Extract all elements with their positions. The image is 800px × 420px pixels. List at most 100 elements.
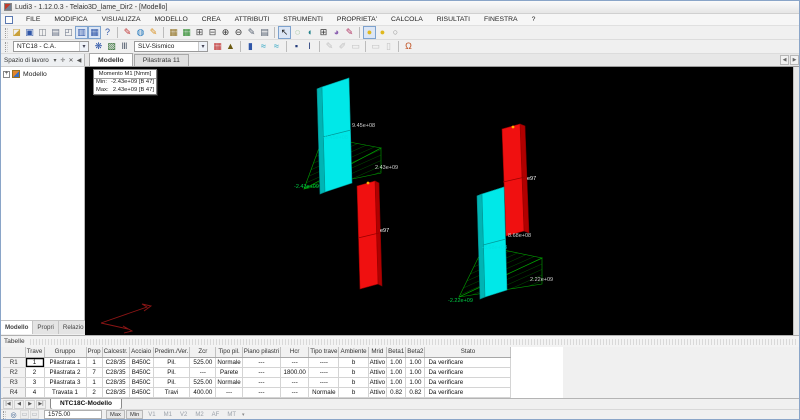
model-viewport[interactable]: 9.45e+08-9.45e+082.43e+09-2.43e+09e97e97… (85, 67, 793, 335)
cell-piano-pilastri[interactable]: --- (242, 387, 280, 397)
sheet-number-icon[interactable]: ▤ (258, 26, 271, 39)
draw-pen-icon[interactable]: ✎ (323, 40, 336, 53)
sync-gear-icon[interactable]: ❋ (92, 40, 105, 53)
cell-hcr[interactable]: --- (281, 387, 309, 397)
row-header[interactable]: R4 (3, 387, 25, 397)
sheet-tab-ntc18c-modello[interactable]: NTC18C-Modello (50, 399, 122, 410)
column-header-beta2[interactable]: Beta2 (406, 347, 425, 357)
save-icon[interactable]: ▣ (23, 26, 36, 39)
view-sheet-icon[interactable]: ▦ (88, 26, 101, 39)
cell-piano-pilastri[interactable]: --- (242, 357, 280, 367)
toolbar-grip[interactable] (5, 28, 8, 38)
menu-visualizza[interactable]: VISUALIZZA (95, 14, 148, 26)
blue-bar-icon[interactable]: ▮ (244, 40, 257, 53)
column-header-gruppo[interactable]: Gruppo (44, 347, 86, 357)
view-model-icon[interactable]: ▥ (75, 26, 88, 39)
cell-mrid[interactable]: Attivo (368, 377, 386, 387)
coordinate-field[interactable]: 1575.00 (44, 410, 102, 419)
zoom-in-icon[interactable]: ⊕ (219, 26, 232, 39)
cell-ambiente[interactable]: b (339, 377, 368, 387)
cell-predim-ver[interactable]: Travi (153, 387, 190, 397)
component-v1-button[interactable]: V1 (148, 412, 155, 418)
sidebar-tab-propri[interactable]: Propri (33, 321, 59, 334)
toolbar-grip[interactable] (5, 42, 8, 52)
cell-zcr[interactable]: 525.00 (190, 357, 216, 367)
menu-finestra[interactable]: FINESTRA (477, 14, 525, 26)
cell-trave[interactable]: 4 (25, 387, 44, 397)
open-folder-icon[interactable]: ◪ (10, 26, 23, 39)
cell-calcestr[interactable]: C28/35 (102, 357, 129, 367)
panel-drag-texture[interactable] (30, 339, 796, 345)
dropdown-arrow-icon[interactable]: ▾ (198, 42, 207, 51)
sheet-nav-last-icon[interactable]: ▶| (36, 400, 46, 409)
cell-mrid[interactable]: Attivo (368, 357, 386, 367)
column-header-calcestr[interactable]: Calcestr. (102, 347, 129, 357)
print-icon[interactable]: ▤ (49, 26, 62, 39)
draw-brush-icon[interactable]: ✐ (336, 40, 349, 53)
cell-zcr[interactable]: 525.00 (190, 377, 216, 387)
cell-calcestr[interactable]: C28/35 (102, 367, 129, 377)
section-ibeam-icon[interactable]: I (303, 40, 316, 53)
snap-2-button[interactable]: ▭ (30, 410, 39, 419)
menu-file[interactable]: FILE (19, 14, 47, 26)
refresh-omega-icon[interactable]: Ω (402, 40, 415, 53)
chevron-down-icon[interactable]: ▾ (51, 56, 59, 65)
title-bar[interactable]: Ludi3 - 1.12.0.3 - Telaio3D_lame_Dir2 - … (1, 1, 799, 14)
cell-stato[interactable]: Da verificare (425, 377, 511, 387)
table-add-icon[interactable]: ⊞ (193, 26, 206, 39)
table-remove-icon[interactable]: ⊟ (206, 26, 219, 39)
tab-scroll-right-icon[interactable]: ▶ (790, 55, 799, 65)
edit-pen-icon[interactable]: ✎ (121, 26, 134, 39)
row-header[interactable]: R2 (3, 367, 25, 377)
cell-beta1[interactable]: 1.00 (387, 367, 406, 377)
chevron-left-icon[interactable]: ◀ (75, 56, 83, 65)
wireframe-sphere-icon[interactable]: ◌ (291, 26, 304, 39)
min-button[interactable]: Min (126, 410, 143, 419)
cell-beta1[interactable]: 1.00 (387, 357, 406, 367)
draw-box-icon[interactable]: ▭ (349, 40, 362, 53)
sheet-nav-first-icon[interactable]: |◀ (3, 400, 13, 409)
column-header-ambiente[interactable]: Ambiente (339, 347, 368, 357)
world-view-icon[interactable]: ◍ (134, 26, 147, 39)
pin-icon[interactable]: ✛ (59, 56, 67, 65)
pencil-icon[interactable]: ✎ (147, 26, 160, 39)
cell-ambiente[interactable]: b (339, 387, 368, 397)
zoom-out-icon[interactable]: ⊖ (232, 26, 245, 39)
cell-calcestr[interactable]: C28/35 (102, 387, 129, 397)
cell-stato[interactable]: Da verificare (425, 367, 511, 377)
cell-trave[interactable]: 3 (25, 377, 44, 387)
cell-beta1[interactable]: 0.82 (387, 387, 406, 397)
column-header-beta1[interactable]: Beta1 (387, 347, 406, 357)
cell-prop[interactable]: 1 (86, 357, 102, 367)
cell-beta2[interactable]: 0.82 (406, 387, 425, 397)
cell-trave[interactable]: 1 (25, 357, 44, 367)
cell-tipo-trave[interactable]: ---- (309, 357, 339, 367)
menu-proprieta[interactable]: PROPRIETA' (330, 14, 384, 26)
dropdown-arrow-icon[interactable]: ▾ (79, 42, 88, 51)
cell-tipo-trave[interactable]: Normale (309, 387, 339, 397)
cell-prop[interactable]: 1 (86, 377, 102, 387)
column-header-piano-pilastri[interactable]: Piano pilastri (242, 347, 280, 357)
component-v2-button[interactable]: V2 (180, 412, 187, 418)
column-header-prop[interactable]: Prop (86, 347, 102, 357)
code-combo[interactable]: NTC18 - C.A.▾ (13, 41, 89, 52)
statusbar-grip[interactable] (3, 411, 6, 419)
tree-expander-icon[interactable]: + (3, 71, 10, 78)
cell-beta2[interactable]: 1.00 (406, 377, 425, 387)
red-grid-icon[interactable]: ▦ (211, 40, 224, 53)
component-m2-button[interactable]: M2 (195, 412, 203, 418)
column-header-mrid[interactable]: Mrid (368, 347, 386, 357)
cell-mrid[interactable]: Attivo (368, 367, 386, 377)
cell-gruppo[interactable]: Pilastrata 3 (44, 377, 86, 387)
mdi-child-icon[interactable] (5, 16, 13, 24)
cell-gruppo[interactable]: Travata 1 (44, 387, 86, 397)
column-header-trave[interactable]: Trave (25, 347, 44, 357)
column-red-2-node-dot[interactable] (512, 126, 515, 129)
cell-gruppo[interactable]: Pilastrata 2 (44, 367, 86, 377)
tree-item-modello[interactable]: + Modello (1, 67, 84, 81)
combination-combo[interactable]: SLV-Sismico▾ (134, 41, 208, 52)
column-header-acciaio[interactable]: Acciaio (129, 347, 153, 357)
menu-help[interactable]: ? (525, 14, 543, 26)
grid-view-icon[interactable]: ⊞ (317, 26, 330, 39)
cell-piano-pilastri[interactable]: --- (242, 377, 280, 387)
